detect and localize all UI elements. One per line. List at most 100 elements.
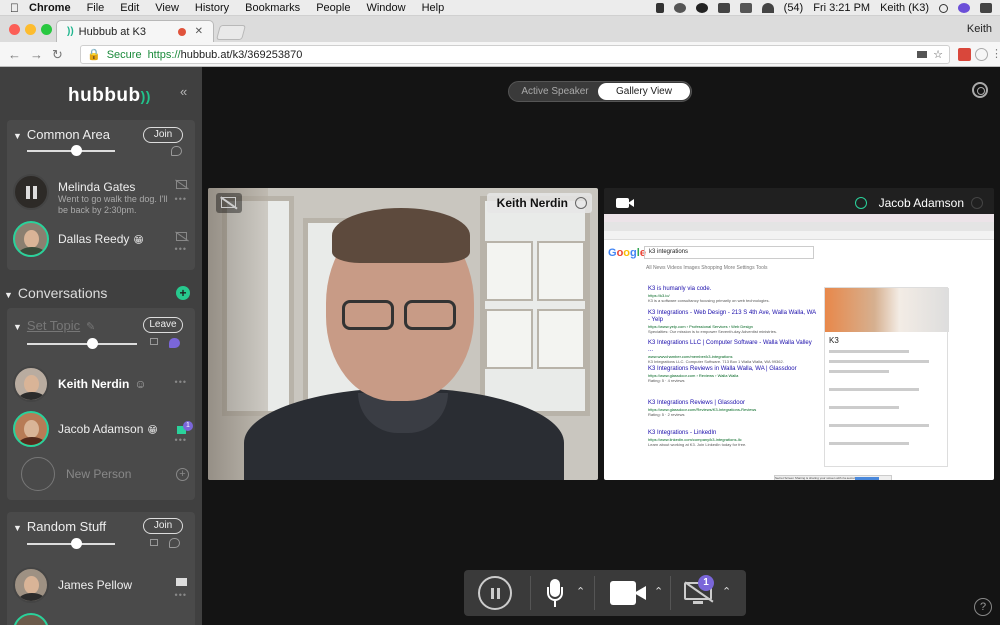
new-person-row[interactable]: New Person + <box>15 454 195 494</box>
member-row[interactable]: Dallas Reedy 😁 ••• <box>7 218 195 262</box>
view-mode-toggle: Active Speaker Gallery View <box>508 81 692 102</box>
menubar-user[interactable]: Keith (K3) <box>880 2 929 14</box>
join-button[interactable]: Join <box>143 127 183 143</box>
new-tab-button[interactable] <box>215 25 247 40</box>
chat-bubble-icon[interactable] <box>169 538 180 548</box>
forward-arrow-icon[interactable]: → <box>30 47 43 62</box>
wifi-icon[interactable] <box>761 3 774 13</box>
mic-options-chevron-icon[interactable]: ⌃ <box>576 585 585 598</box>
more-options-icon[interactable]: ••• <box>175 194 187 204</box>
camera-button[interactable] <box>610 581 648 605</box>
screen-share-off-icon[interactable] <box>216 193 242 213</box>
active-speaker-option[interactable]: Active Speaker <box>509 82 601 101</box>
camera-icon[interactable] <box>612 193 638 213</box>
apple-menu-icon[interactable]:  <box>10 1 19 15</box>
window-minimize-button[interactable] <box>25 24 36 35</box>
spotlight-search-icon[interactable] <box>939 3 948 13</box>
url-field[interactable]: 🔒 Secure https://hubbub.at/k3/369253870 … <box>80 45 950 64</box>
close-tab-icon[interactable]: ✕ <box>195 26 203 37</box>
emoji-reaction-icon[interactable]: ☺ <box>134 377 146 391</box>
member-emoji: 😁 <box>133 235 144 246</box>
video-tile-keith[interactable]: Keith Nerdin <box>208 188 598 480</box>
search-result: K3 Integrations - Web Design - 213 S 4th… <box>648 310 816 334</box>
airplay-icon[interactable] <box>739 3 752 13</box>
join-button[interactable]: Join <box>143 518 183 534</box>
volume-slider[interactable] <box>27 338 137 349</box>
room-title[interactable]: ▼ Common Area <box>13 127 110 142</box>
settings-gear-icon[interactable] <box>972 82 988 98</box>
help-button[interactable]: ? <box>974 598 992 616</box>
emoji-reaction-icon[interactable] <box>575 197 587 209</box>
notification-center-icon[interactable] <box>980 3 992 13</box>
back-arrow-icon[interactable]: ← <box>8 47 21 62</box>
menu-window[interactable]: Window <box>366 2 405 14</box>
sidebar: hubbub)) « ▼ Common Area Join Melinda Gat… <box>0 67 202 625</box>
menu-edit[interactable]: Edit <box>120 2 139 14</box>
volume-slider-knob[interactable] <box>71 538 82 549</box>
member-row[interactable]: Keith Nerdin ☺ ••• <box>7 363 195 407</box>
chrome-menu-icon[interactable]: ⋮ <box>991 47 1000 60</box>
member-row[interactable]: Jacob Adamson 😁 1 ••• <box>7 408 195 452</box>
chrome-profile-name[interactable]: Keith <box>967 23 992 35</box>
menubar-clock[interactable]: Fri 3:21 PM <box>813 2 870 14</box>
power-icon[interactable] <box>695 3 708 13</box>
pause-button[interactable] <box>478 576 512 610</box>
microphone-button[interactable] <box>547 579 563 607</box>
menu-help[interactable]: Help <box>422 2 445 14</box>
more-options-icon[interactable]: ••• <box>175 244 187 254</box>
tab-title: Hubbub at K3 <box>78 25 146 38</box>
lock-icon[interactable] <box>150 539 158 546</box>
volume-slider-knob[interactable] <box>87 338 98 349</box>
browser-tab-hubbub[interactable]: )) Hubbub at K3 ✕ <box>56 20 214 42</box>
chat-bubble-icon[interactable] <box>171 146 182 156</box>
room-title[interactable]: ▼ Random Stuff <box>13 519 106 534</box>
emoji-reaction-icon[interactable] <box>971 197 983 209</box>
dropbox-icon[interactable] <box>717 3 730 13</box>
menu-history[interactable]: History <box>195 2 229 14</box>
window-close-button[interactable] <box>9 24 20 35</box>
menu-people[interactable]: People <box>316 2 350 14</box>
member-row[interactable]: James Pellow ••• <box>7 564 195 608</box>
chat-bubble-icon[interactable] <box>169 338 180 348</box>
gallery-view-option[interactable]: Gallery View <box>598 83 690 100</box>
member-row[interactable] <box>7 610 195 625</box>
location-icon[interactable] <box>655 3 664 13</box>
bookmark-star-icon[interactable]: ☆ <box>933 48 943 61</box>
extension-icon[interactable] <box>958 48 971 61</box>
volume-slider-knob[interactable] <box>71 145 82 156</box>
menu-app[interactable]: Chrome <box>29 2 71 14</box>
lock-icon[interactable] <box>150 338 158 345</box>
collapse-caret-icon[interactable]: ▼ <box>13 523 22 533</box>
menu-bookmarks[interactable]: Bookmarks <box>245 2 300 14</box>
menu-file[interactable]: File <box>87 2 105 14</box>
leave-button[interactable]: Leave <box>143 317 183 333</box>
edit-pencil-icon[interactable]: ✎ <box>86 321 95 333</box>
window-zoom-button[interactable] <box>41 24 52 35</box>
creative-cloud-icon[interactable] <box>673 3 686 13</box>
extension-circle-icon[interactable] <box>975 48 988 61</box>
conversations-header[interactable]: ▼ Conversations <box>4 285 107 301</box>
battery-indicator[interactable]: (54) <box>784 2 804 14</box>
collapse-caret-icon[interactable]: ▼ <box>13 322 22 332</box>
video-tile-jacob[interactable]: Jacob Adamson Google k3 integrations All… <box>604 188 994 480</box>
volume-slider[interactable] <box>27 538 115 549</box>
menu-view[interactable]: View <box>155 2 179 14</box>
siri-icon[interactable] <box>958 3 970 13</box>
more-options-icon[interactable]: ••• <box>175 590 187 600</box>
collapse-caret-icon[interactable]: ▼ <box>13 131 22 141</box>
volume-slider[interactable] <box>27 145 115 156</box>
collapse-sidebar-icon[interactable]: « <box>180 84 187 99</box>
screen-share-options-chevron-icon[interactable]: ⌃ <box>722 585 731 598</box>
set-topic[interactable]: ▼ Set Topic ✎ <box>13 318 95 333</box>
camera-permission-icon[interactable] <box>917 51 928 58</box>
reload-icon[interactable]: ↻ <box>52 47 63 63</box>
more-options-icon[interactable]: ••• <box>175 377 187 387</box>
collapse-caret-icon[interactable]: ▼ <box>4 290 13 300</box>
member-row[interactable]: Melinda Gates Went to go walk the dog. I… <box>7 171 195 215</box>
add-conversation-button[interactable]: + <box>176 286 190 300</box>
more-options-icon[interactable]: ••• <box>175 435 187 445</box>
add-person-icon[interactable]: + <box>176 468 189 481</box>
search-result: K3 is humanly via code. https://k3.io/K3 … <box>648 286 770 303</box>
avatar <box>13 366 49 402</box>
camera-options-chevron-icon[interactable]: ⌃ <box>654 585 663 598</box>
